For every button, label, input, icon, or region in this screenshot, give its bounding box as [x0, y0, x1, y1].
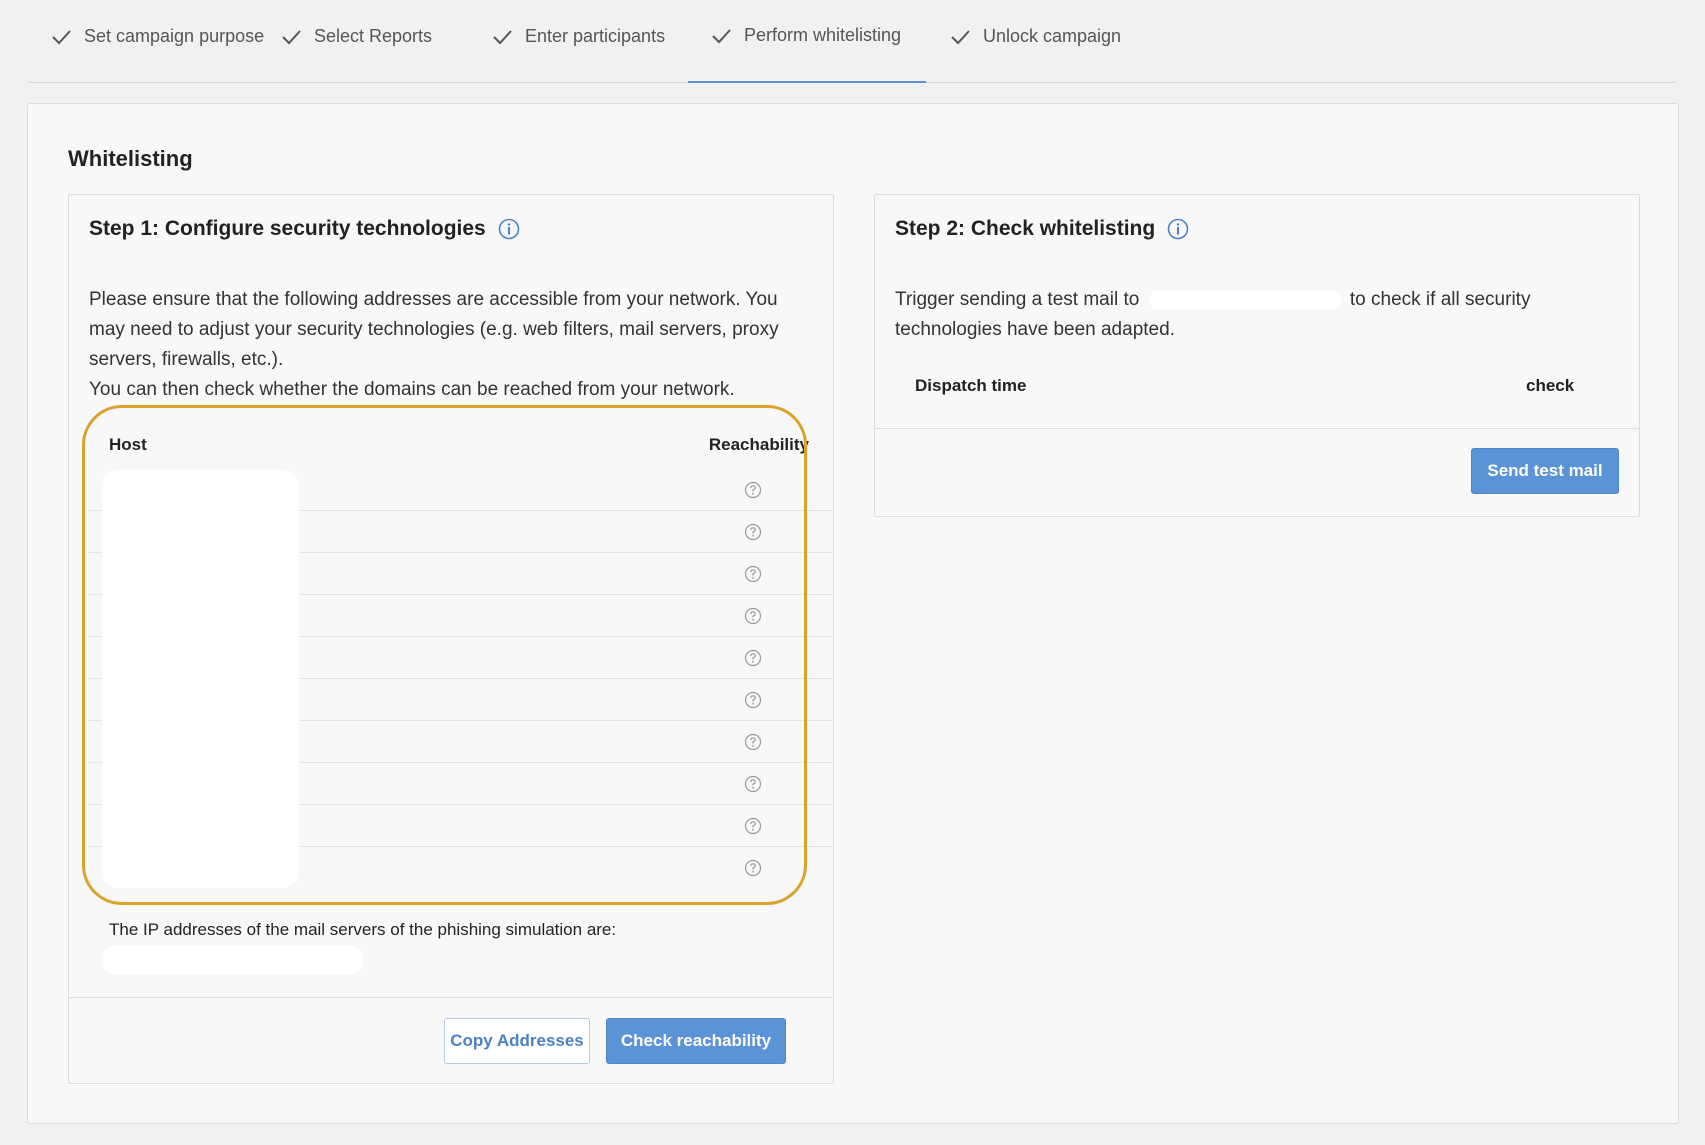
step2-title: Step 2: Check whitelisting	[895, 217, 1156, 240]
step-label: Select Reports	[314, 26, 433, 46]
step-enter-participants[interactable]: Enter participants	[491, 0, 665, 83]
step-label: Unlock campaign	[983, 26, 1122, 46]
step-select-reports[interactable]: Select Reports	[280, 0, 432, 83]
column-check: check	[1526, 376, 1575, 395]
question-circle-icon[interactable]	[744, 859, 762, 877]
question-circle-icon[interactable]	[744, 733, 762, 751]
step2-description: Trigger sending a test mail to to check …	[895, 285, 1530, 345]
step1-description: Please ensure that the following address…	[89, 285, 779, 405]
info-icon[interactable]	[1167, 218, 1189, 240]
desc-line: servers, firewalls, etc.).	[89, 349, 284, 370]
question-circle-icon[interactable]	[744, 817, 762, 835]
question-circle-icon[interactable]	[744, 649, 762, 667]
desc-text: to check if all security	[1349, 289, 1531, 310]
checkmark-icon	[712, 28, 731, 43]
desc-line: may need to adjust your security technol…	[89, 319, 779, 340]
checkmark-icon	[282, 29, 301, 44]
ip-addresses-label: The IP addresses of the mail servers of …	[109, 920, 617, 939]
send-test-mail-button[interactable]: Send test mail	[1471, 448, 1619, 494]
step1-footer: Copy Addresses Check reachability	[69, 997, 833, 1083]
hosts-table-header: Host Reachability	[69, 435, 809, 465]
step-unlock-campaign[interactable]: Unlock campaign	[949, 0, 1121, 83]
desc-line: You can then check whether the domains c…	[89, 379, 735, 400]
question-circle-icon[interactable]	[744, 481, 762, 499]
redacted-host-list	[102, 470, 299, 888]
step-label: Perform whitelisting	[744, 25, 902, 45]
checkmark-icon	[493, 29, 512, 44]
campaign-stepper: Set campaign purpose Select Reports Ente…	[28, 0, 1676, 83]
step1-title: Step 1: Configure security technologies	[89, 217, 486, 240]
desc-line: technologies have been adapted.	[895, 319, 1175, 340]
page-title: Whitelisting	[68, 146, 193, 171]
question-circle-icon[interactable]	[744, 775, 762, 793]
step1-card: Step 1: Configure security technologies …	[68, 194, 835, 1084]
step2-footer: Send test mail	[875, 428, 1639, 516]
redacted-email	[1148, 289, 1341, 310]
question-circle-icon[interactable]	[744, 607, 762, 625]
desc-text: Trigger sending a test mail to	[895, 289, 1140, 310]
column-host: Host	[109, 435, 147, 454]
desc-line: Please ensure that the following address…	[89, 289, 778, 310]
question-circle-icon[interactable]	[744, 565, 762, 583]
column-dispatch-time: Dispatch time	[915, 376, 1027, 395]
step-label: Enter participants	[525, 26, 666, 46]
step-set-campaign-purpose[interactable]: Set campaign purpose	[50, 0, 264, 83]
checkmark-icon	[951, 29, 970, 44]
column-reachability: Reachability	[708, 435, 809, 454]
step2-title-row: Step 2: Check whitelisting	[895, 217, 1189, 241]
question-circle-icon[interactable]	[744, 523, 762, 541]
question-circle-icon[interactable]	[744, 691, 762, 709]
checkmark-icon	[52, 29, 71, 44]
step1-title-row: Step 1: Configure security technologies	[89, 217, 520, 241]
copy-addresses-button[interactable]: Copy Addresses	[444, 1018, 590, 1064]
whitelisting-panel: Whitelisting Step 1: Configure security …	[27, 103, 1679, 1124]
info-icon[interactable]	[498, 218, 520, 240]
step-label: Set campaign purpose	[84, 26, 265, 46]
desc-line: Trigger sending a test mail to to check …	[895, 285, 1530, 315]
step-perform-whitelisting[interactable]: Perform whitelisting	[688, 0, 926, 83]
redacted-ip-addresses	[102, 945, 364, 975]
check-reachability-button[interactable]: Check reachability	[606, 1018, 786, 1064]
step2-card: Step 2: Check whitelisting Trigger sendi…	[874, 194, 1640, 517]
